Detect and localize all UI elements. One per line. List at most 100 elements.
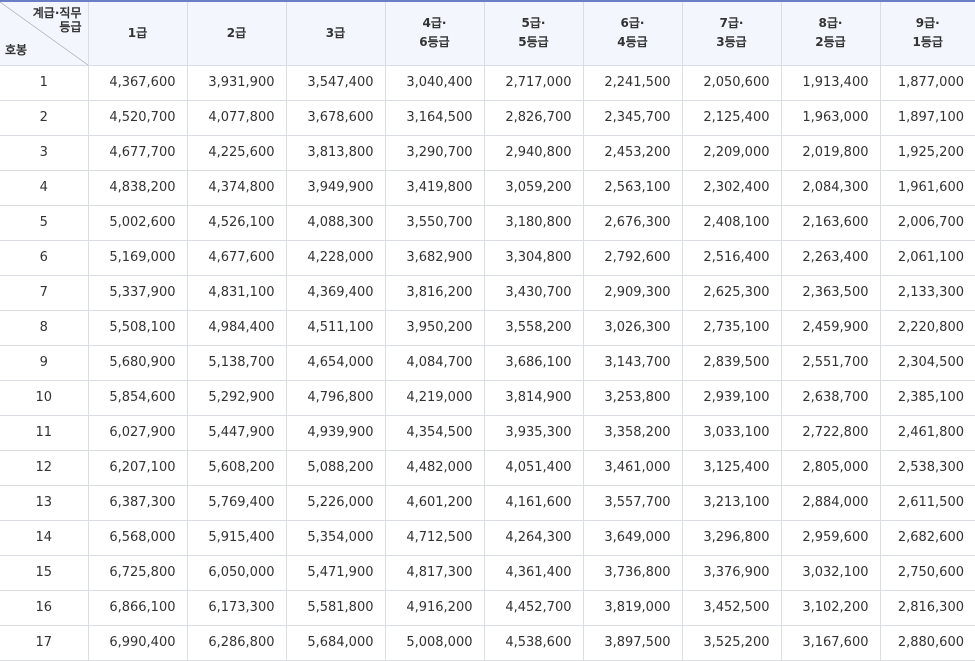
salary-cell: 4,084,700 <box>385 345 484 380</box>
salary-cell: 4,088,300 <box>286 205 385 240</box>
salary-cell: 2,006,700 <box>880 205 975 240</box>
salary-cell: 3,678,600 <box>286 100 385 135</box>
salary-cell: 4,916,200 <box>385 590 484 625</box>
hobong-cell: 2 <box>0 100 88 135</box>
salary-cell: 2,019,800 <box>781 135 880 170</box>
table-row: 126,207,1005,608,2005,088,2004,482,0004,… <box>0 450 975 485</box>
salary-table: 계급·직무 등급 호봉 1급2급3급4급·6등급5급·5등급6급·4등급7급·3… <box>0 0 975 661</box>
salary-cell: 5,354,000 <box>286 520 385 555</box>
salary-cell: 2,516,400 <box>682 240 781 275</box>
salary-cell: 4,264,300 <box>484 520 583 555</box>
salary-cell: 2,363,500 <box>781 275 880 310</box>
salary-cell: 2,611,500 <box>880 485 975 520</box>
salary-cell: 2,792,600 <box>583 240 682 275</box>
salary-cell: 6,207,100 <box>88 450 187 485</box>
salary-cell: 3,935,300 <box>484 415 583 450</box>
grade-header-line: 5급· <box>485 14 583 33</box>
grade-header-line: 7급· <box>683 14 781 33</box>
grade-column-header: 3급 <box>286 1 385 65</box>
salary-cell: 3,040,400 <box>385 65 484 100</box>
salary-cell: 3,649,000 <box>583 520 682 555</box>
table-row: 166,866,1006,173,3005,581,8004,916,2004,… <box>0 590 975 625</box>
salary-cell: 2,682,600 <box>880 520 975 555</box>
salary-cell: 3,430,700 <box>484 275 583 310</box>
salary-cell: 3,033,100 <box>682 415 781 450</box>
table-row: 116,027,9005,447,9004,939,9004,354,5003,… <box>0 415 975 450</box>
salary-cell: 4,838,200 <box>88 170 187 205</box>
table-row: 34,677,7004,225,6003,813,8003,290,7002,9… <box>0 135 975 170</box>
hobong-cell: 10 <box>0 380 88 415</box>
salary-cell: 4,939,900 <box>286 415 385 450</box>
grade-header-line: 9급· <box>881 14 975 33</box>
grade-column-header: 2급 <box>187 1 286 65</box>
grade-header-line: 3급 <box>287 24 385 43</box>
salary-cell: 5,915,400 <box>187 520 286 555</box>
salary-cell: 4,677,600 <box>187 240 286 275</box>
grade-header-line: 6급· <box>584 14 682 33</box>
salary-cell: 2,909,300 <box>583 275 682 310</box>
salary-cell: 3,032,100 <box>781 555 880 590</box>
salary-cell: 5,680,900 <box>88 345 187 380</box>
salary-cell: 3,950,200 <box>385 310 484 345</box>
hobong-cell: 9 <box>0 345 88 380</box>
salary-cell: 1,897,100 <box>880 100 975 135</box>
corner-top-line: 등급 <box>33 20 82 34</box>
salary-cell: 3,819,000 <box>583 590 682 625</box>
salary-cell: 2,408,100 <box>682 205 781 240</box>
grade-header-line: 4급· <box>386 14 484 33</box>
salary-cell: 2,551,700 <box>781 345 880 380</box>
grade-column-header: 5급·5등급 <box>484 1 583 65</box>
hobong-cell: 14 <box>0 520 88 555</box>
salary-cell: 2,461,800 <box>880 415 975 450</box>
salary-cell: 4,654,000 <box>286 345 385 380</box>
salary-cell: 2,459,900 <box>781 310 880 345</box>
salary-cell: 2,826,700 <box>484 100 583 135</box>
salary-cell: 4,354,500 <box>385 415 484 450</box>
salary-cell: 4,225,600 <box>187 135 286 170</box>
salary-cell: 2,816,300 <box>880 590 975 625</box>
hobong-cell: 4 <box>0 170 88 205</box>
salary-cell: 6,050,000 <box>187 555 286 590</box>
salary-cell: 2,453,200 <box>583 135 682 170</box>
salary-cell: 3,949,900 <box>286 170 385 205</box>
salary-cell: 6,387,300 <box>88 485 187 520</box>
salary-cell: 5,002,600 <box>88 205 187 240</box>
salary-cell: 3,059,200 <box>484 170 583 205</box>
salary-cell: 3,452,500 <box>682 590 781 625</box>
hobong-cell: 5 <box>0 205 88 240</box>
salary-cell: 2,722,800 <box>781 415 880 450</box>
salary-cell: 2,345,700 <box>583 100 682 135</box>
salary-cell: 2,220,800 <box>880 310 975 345</box>
salary-cell: 6,027,900 <box>88 415 187 450</box>
grade-header-line: 3등급 <box>683 33 781 52</box>
salary-cell: 5,292,900 <box>187 380 286 415</box>
salary-cell: 2,209,000 <box>682 135 781 170</box>
hobong-cell: 8 <box>0 310 88 345</box>
table-row: 14,367,6003,931,9003,547,4003,040,4002,7… <box>0 65 975 100</box>
salary-cell: 4,817,300 <box>385 555 484 590</box>
table-row: 105,854,6005,292,9004,796,8004,219,0003,… <box>0 380 975 415</box>
salary-cell: 4,369,400 <box>286 275 385 310</box>
table-row: 65,169,0004,677,6004,228,0003,682,9003,3… <box>0 240 975 275</box>
salary-cell: 6,568,000 <box>88 520 187 555</box>
salary-cell: 6,725,800 <box>88 555 187 590</box>
salary-cell: 4,601,200 <box>385 485 484 520</box>
salary-cell: 2,625,300 <box>682 275 781 310</box>
salary-cell: 4,712,500 <box>385 520 484 555</box>
salary-cell: 2,163,600 <box>781 205 880 240</box>
salary-cell: 4,984,400 <box>187 310 286 345</box>
salary-cell: 3,213,100 <box>682 485 781 520</box>
hobong-cell: 6 <box>0 240 88 275</box>
salary-cell: 3,686,100 <box>484 345 583 380</box>
salary-cell: 2,125,400 <box>682 100 781 135</box>
salary-cell: 4,482,000 <box>385 450 484 485</box>
table-row: 75,337,9004,831,1004,369,4003,816,2003,4… <box>0 275 975 310</box>
salary-cell: 4,520,700 <box>88 100 187 135</box>
salary-cell: 2,940,800 <box>484 135 583 170</box>
salary-cell: 3,682,900 <box>385 240 484 275</box>
table-row: 44,838,2004,374,8003,949,9003,419,8003,0… <box>0 170 975 205</box>
salary-cell: 4,228,000 <box>286 240 385 275</box>
salary-cell: 3,290,700 <box>385 135 484 170</box>
grade-header-line: 8급· <box>782 14 880 33</box>
grade-column-header: 8급·2등급 <box>781 1 880 65</box>
